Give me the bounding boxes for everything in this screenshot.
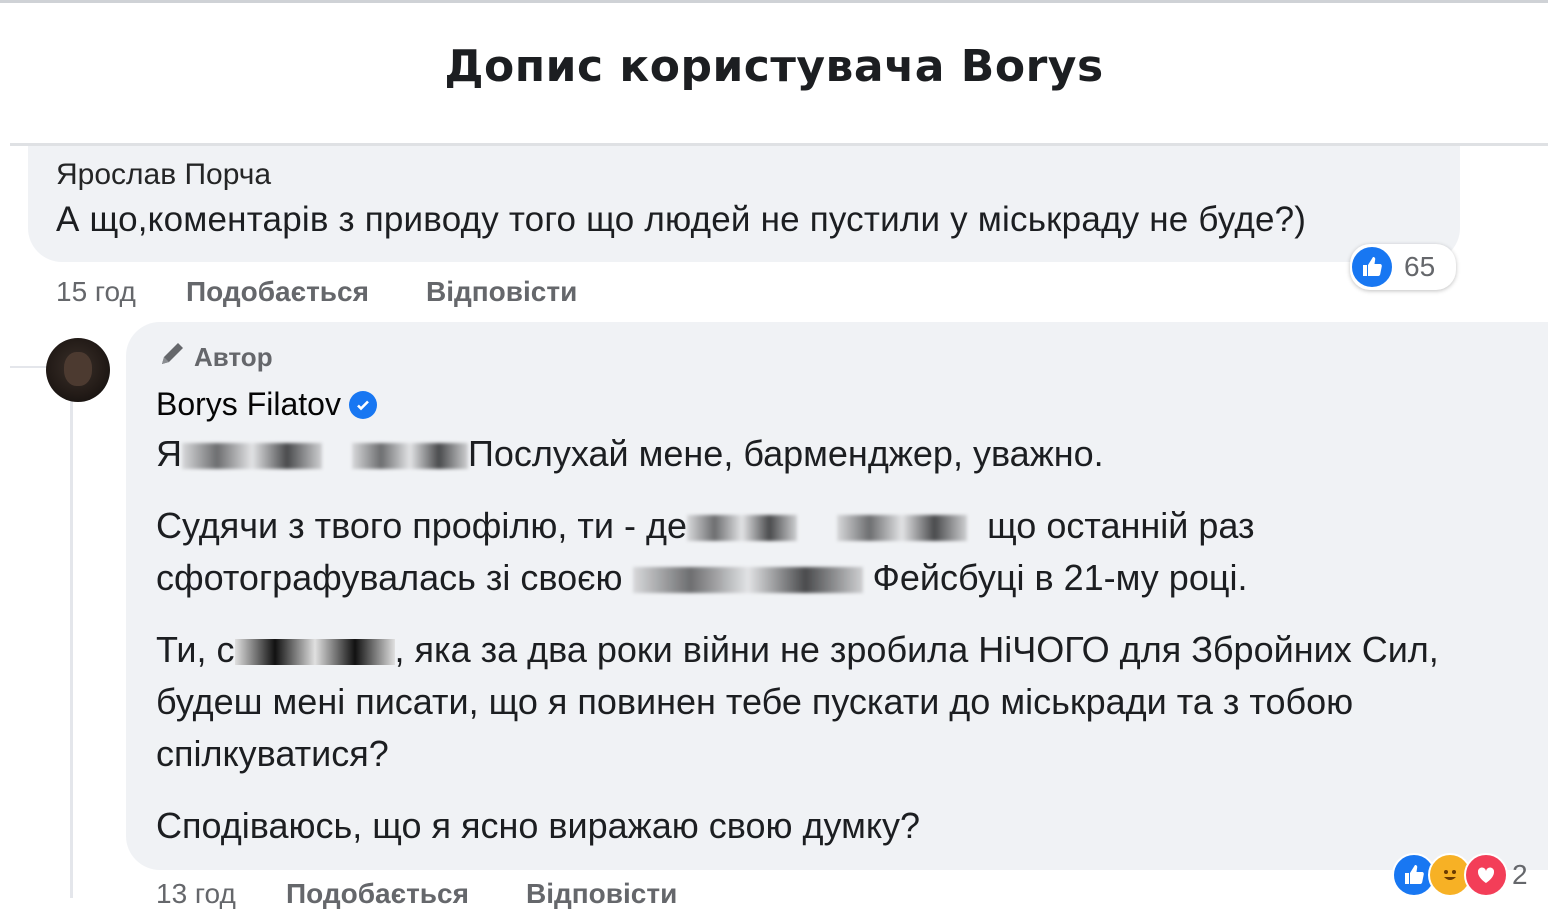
reply-text: Фейсбуці в 21-му році. — [872, 557, 1248, 598]
reply-timestamp[interactable]: 13 год — [156, 878, 236, 910]
comment-author-link[interactable]: Ярослав Порча — [56, 158, 271, 192]
page-title: Допис користувача Borys — [444, 41, 1104, 92]
thread-connector — [70, 400, 73, 898]
redacted-text — [632, 567, 863, 594]
redacted-text — [182, 443, 322, 470]
redacted-text — [687, 515, 798, 542]
reply-text: , яка за два роки війни не зробила НіЧОГ… — [394, 629, 1439, 670]
reply-paragraph: Ти, с , яка за два роки війни не зробила … — [156, 624, 1439, 676]
reply-button[interactable]: Відповісти — [426, 276, 577, 308]
reply-text: що останній раз — [987, 505, 1255, 546]
post-header: Допис користувача Borys — [0, 3, 1548, 143]
reply-text: Ти, с — [156, 629, 235, 670]
reply-paragraph: Я Послухай мене, барменджер, уважно. — [156, 428, 1104, 480]
reply-text: Послухай мене, барменджер, уважно. — [468, 433, 1104, 474]
reply-paragraph: спілкуватися? — [156, 733, 389, 774]
comment-text: А що,коментарів з приводу того що людей … — [56, 200, 1307, 239]
pencil-icon — [158, 340, 190, 375]
reaction-summary[interactable]: 2 — [1392, 850, 1548, 900]
reply-paragraph: Судячи з твого профілю, ти - де що остан… — [156, 500, 1254, 552]
avatar-face — [64, 352, 92, 386]
reaction-count: 65 — [1404, 251, 1436, 282]
author-badge-label: Автор — [194, 342, 273, 372]
reply-paragraph: будеш мені писати, що я повинен тебе пус… — [156, 681, 1354, 722]
love-icon — [1464, 853, 1508, 897]
reply-author-name[interactable]: Borys Filatov — [156, 386, 341, 423]
like-button[interactable]: Подобається — [286, 878, 469, 910]
thread-connector — [10, 366, 48, 368]
reply-paragraph: Сподіваюсь, що я ясно виражаю свою думку… — [156, 805, 921, 846]
comment-timestamp[interactable]: 15 год — [56, 276, 136, 308]
reply-paragraph: сфотографувалась зі своєю Фейсбуці в 21-… — [156, 552, 1247, 604]
like-button[interactable]: Подобається — [186, 276, 369, 308]
reaction-summary[interactable]: 65 — [1350, 244, 1456, 290]
redacted-text — [234, 639, 395, 666]
reaction-count: 2 — [1512, 859, 1528, 890]
reply-button[interactable]: Відповісти — [526, 878, 677, 910]
verified-badge-icon — [348, 390, 377, 419]
reply-author[interactable]: Borys Filatov — [156, 386, 377, 423]
author-badge: Автор — [158, 340, 273, 375]
reply-text: сфотографувалась зі своєю — [156, 557, 623, 598]
reply-text: Судячи з твого профілю, ти - де — [156, 505, 688, 546]
mention-prefix[interactable]: Я — [156, 433, 182, 474]
redacted-text — [352, 443, 469, 470]
avatar[interactable] — [46, 338, 110, 402]
redacted-text — [837, 515, 968, 542]
like-icon — [1350, 245, 1394, 289]
